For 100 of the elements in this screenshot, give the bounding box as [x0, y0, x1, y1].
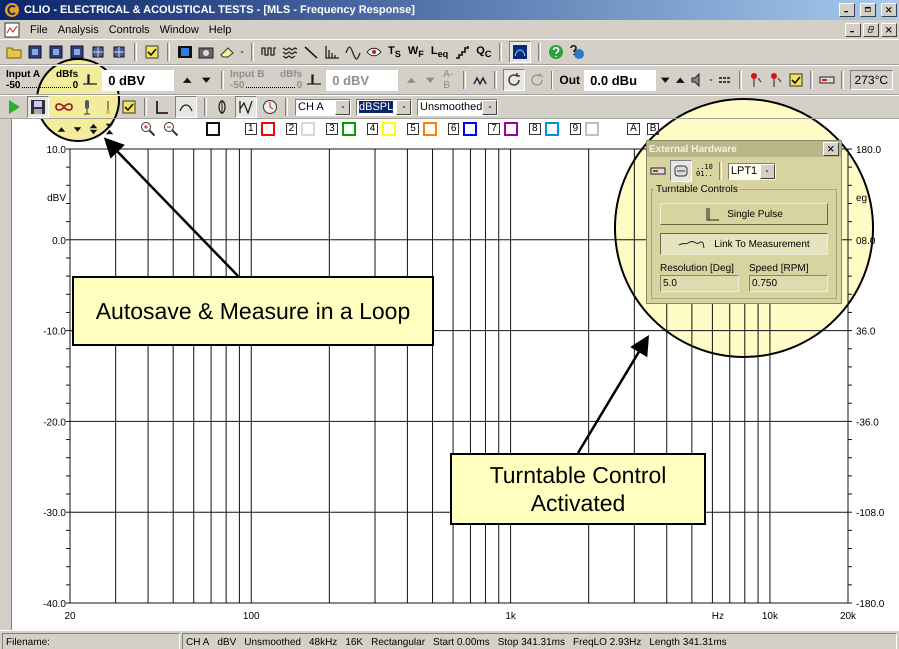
checklist-icon[interactable]: [788, 72, 804, 88]
toolbar-button[interactable]: W$_{F}$: [406, 44, 425, 60]
axis-label: 20: [64, 611, 76, 622]
trace-number-button[interactable]: 6: [448, 123, 460, 135]
up-down-arrows-icon[interactable]: [89, 123, 98, 135]
axis-label: -108.0: [856, 508, 884, 520]
close-icon: [885, 6, 893, 14]
toggle-button[interactable]: Link To Measurement: [660, 233, 828, 255]
axis-label: -180.0: [856, 599, 884, 610]
input-label: Input A: [6, 69, 40, 80]
graph-icon: [512, 44, 528, 60]
arrow-down-icon[interactable]: [73, 124, 82, 134]
arrow-up-icon[interactable]: [674, 74, 686, 86]
trace-color-swatch[interactable]: [260, 122, 275, 136]
arrow-up-icon[interactable]: [57, 124, 66, 134]
toolbar-button[interactable]: T$_{S}$: [387, 44, 402, 60]
chip-icon[interactable]: [27, 44, 43, 60]
refresh-icon[interactable]: [506, 72, 522, 88]
document-icon[interactable]: [4, 22, 20, 38]
zoom-out-icon[interactable]: [163, 121, 179, 137]
trace-color-swatch[interactable]: [504, 122, 518, 136]
output-level-field[interactable]: 0.0 dBu: [584, 70, 656, 90]
dropdown[interactable]: dBSPL: [356, 98, 412, 116]
status-text: Start 0.00ms: [433, 636, 490, 648]
trace-number-button[interactable]: 9: [570, 123, 582, 135]
unit-label: dBfs: [280, 69, 302, 80]
maximize-icon: [864, 6, 872, 14]
input-field[interactable]: 0.750: [749, 275, 828, 292]
toolbar-button[interactable]: [509, 41, 532, 63]
dropdown[interactable]: CH A: [295, 98, 351, 116]
axis-label: -10.0: [43, 326, 66, 338]
chip-icon[interactable]: [69, 44, 85, 60]
checklist-icon[interactable]: [144, 44, 160, 60]
arrow-down-icon[interactable]: [660, 74, 671, 86]
trace-number-button[interactable]: 3: [326, 123, 338, 135]
axis-unit: eg: [856, 193, 868, 204]
toolbar-button[interactable]: Q$_{C}$: [475, 44, 492, 60]
trace-number-button[interactable]: 4: [366, 123, 378, 135]
axis-label: 1k: [505, 611, 516, 622]
trace-number-button[interactable]: 7: [488, 123, 500, 135]
input-level-field[interactable]: 0 dBV: [102, 70, 174, 90]
axis-label: -20.0: [43, 417, 66, 428]
axis-label: 10.0: [46, 145, 66, 156]
minimize-button[interactable]: [839, 3, 855, 17]
memory-button[interactable]: A: [627, 123, 640, 135]
callout-text: Turntable Control Activated: [488, 461, 668, 517]
arrow-down-icon[interactable]: [200, 74, 212, 86]
axis-label: Hz: [712, 611, 724, 622]
steps-icon[interactable]: [454, 44, 470, 60]
axis-label: 180.0: [856, 145, 882, 156]
film-icon[interactable]: [177, 44, 193, 60]
grid-icon[interactable]: [90, 44, 106, 60]
menu-item[interactable]: Controls: [108, 24, 150, 36]
hourglass-icon[interactable]: [105, 123, 114, 135]
minimize-button[interactable]: [845, 22, 861, 36]
zoom-in-icon[interactable]: [140, 121, 156, 137]
menu-item[interactable]: Window: [160, 24, 199, 36]
checklist-icon[interactable]: [121, 99, 137, 115]
axis-label: -30.0: [43, 508, 66, 520]
trace-color-swatch[interactable]: [342, 122, 356, 136]
chip-icon[interactable]: [48, 44, 64, 60]
menu-item[interactable]: Analysis: [58, 24, 99, 36]
bar-chart-icon[interactable]: [324, 44, 340, 60]
cursor-icon[interactable]: [154, 99, 170, 115]
restore-button[interactable]: [863, 22, 879, 36]
close-button[interactable]: [823, 142, 839, 156]
status-text: Length 341.31ms: [649, 636, 727, 648]
sine-wave-icon[interactable]: [345, 44, 361, 60]
menu-item[interactable]: File: [30, 24, 48, 36]
close-button[interactable]: [881, 22, 897, 36]
toggle-button[interactable]: Single Pulse: [660, 203, 828, 225]
device-icon: [673, 163, 689, 179]
dropdown[interactable]: Unsmoothed: [417, 98, 498, 116]
trace-color-swatch[interactable]: [463, 122, 478, 136]
toolbar-button[interactable]: L$_{eq}$: [430, 44, 450, 60]
close-button[interactable]: [881, 3, 897, 17]
app-logo-icon: [4, 2, 20, 18]
trace-number-button[interactable]: 1: [245, 123, 257, 135]
trace-number-button[interactable]: 5: [407, 123, 419, 135]
menu-item[interactable]: Help: [208, 24, 232, 36]
axis-label: 0.0: [52, 236, 66, 247]
slope-icon[interactable]: [303, 44, 319, 60]
square-icon[interactable]: [205, 121, 221, 137]
help-icon[interactable]: [548, 44, 564, 60]
trace-number-button[interactable]: 2: [286, 123, 298, 135]
status-text: Filename:: [6, 636, 50, 648]
status-text: 48kHz: [308, 636, 338, 648]
clock-icon[interactable]: [262, 99, 278, 115]
port-dropdown[interactable]: LPT1: [728, 162, 776, 180]
trace-color-swatch[interactable]: [585, 122, 600, 136]
unit-label: dBfs: [56, 69, 78, 80]
trace-color-swatch[interactable]: [422, 122, 437, 136]
arrow-up-icon[interactable]: [182, 74, 193, 86]
grid-icon[interactable]: [111, 44, 127, 60]
input-label: Input B: [230, 69, 264, 80]
input-field[interactable]: 5.0: [660, 275, 739, 292]
help-globe-icon[interactable]: [569, 44, 586, 60]
trace-color-swatch[interactable]: [544, 122, 558, 136]
maximize-button[interactable]: [860, 3, 876, 17]
trace-number-button[interactable]: 8: [528, 123, 540, 135]
